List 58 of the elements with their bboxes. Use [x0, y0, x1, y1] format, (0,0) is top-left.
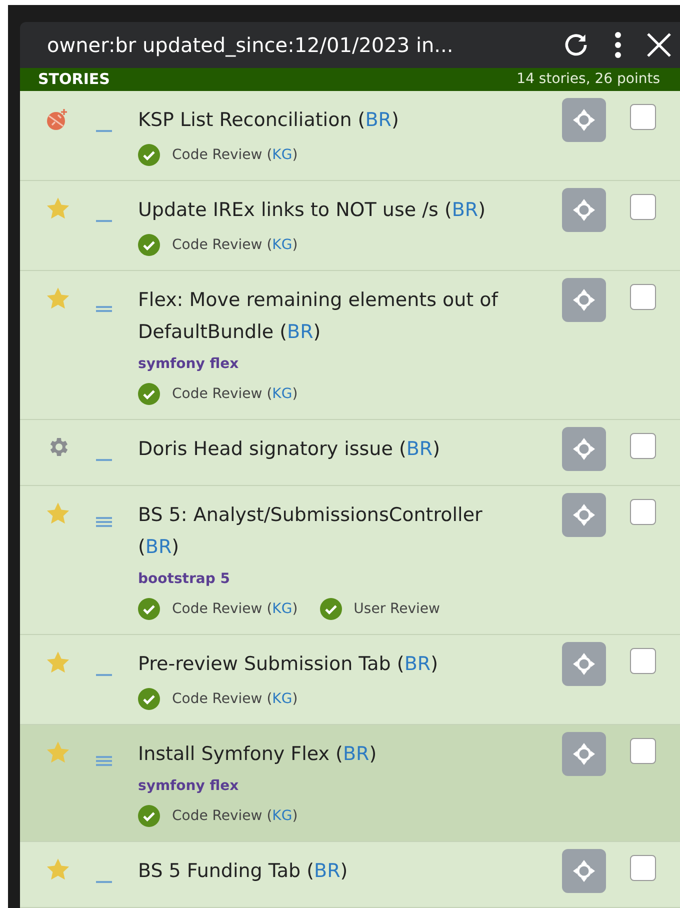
story-row[interactable]: Install Symfony Flex (BR) symfony flex Code Review (KG)	[20, 725, 680, 842]
move-button[interactable]	[562, 493, 606, 537]
story-title: Pre-review Submission Tab (BR)	[138, 652, 439, 677]
move-button[interactable]	[562, 427, 606, 471]
story-title: Install Symfony Flex (BR)	[138, 742, 378, 767]
check-circle-icon	[138, 805, 160, 827]
move-icon	[572, 108, 596, 132]
move-button[interactable]	[562, 849, 606, 893]
story-checkbox[interactable]	[630, 433, 656, 459]
check-circle-icon	[138, 144, 160, 166]
estimate-icon	[96, 517, 112, 527]
move-icon	[572, 437, 596, 461]
review-status: Code Review (KG)	[172, 384, 298, 404]
story-checkbox[interactable]	[630, 284, 656, 310]
check-circle-icon	[138, 688, 160, 710]
move-icon	[572, 652, 596, 676]
move-button[interactable]	[562, 98, 606, 142]
review-status: Code Review (KG)	[172, 236, 298, 254]
story-checkbox[interactable]	[630, 194, 656, 220]
check-circle-icon	[138, 234, 160, 256]
move-button[interactable]	[562, 642, 606, 686]
story-label[interactable]: symfony flex	[138, 776, 239, 797]
move-icon	[572, 288, 596, 312]
story-title: Flex: Move remaining elements out of DefaultBundle (BR)	[138, 288, 500, 345]
estimate-icon	[96, 756, 112, 766]
story-title: Doris Head signatory issue (BR)	[138, 437, 442, 462]
story-checkbox[interactable]	[630, 855, 656, 881]
move-icon	[572, 859, 596, 883]
move-button[interactable]	[562, 278, 606, 322]
story-title: BS 5 Funding Tab (BR)	[138, 859, 349, 884]
estimate-icon	[96, 306, 112, 312]
move-icon	[572, 742, 596, 766]
section-label: STORIES	[38, 69, 110, 90]
story-title: Update IREx links to NOT use /s (BR)	[138, 198, 487, 223]
story-title: KSP List Reconciliation (BR)	[138, 108, 400, 133]
panel-title: owner:br updated_since:12/01/2023 in...	[47, 32, 454, 60]
review-status: Code Review (KG)	[172, 146, 298, 164]
move-button[interactable]	[562, 188, 606, 232]
story-title: BS 5: Analyst/SubmissionsController (BR)	[138, 503, 484, 560]
check-circle-icon	[320, 598, 342, 620]
section-summary: 14 stories, 26 points	[516, 70, 660, 90]
check-circle-icon	[138, 598, 160, 620]
story-label[interactable]: symfony flex	[138, 354, 239, 375]
move-icon	[572, 503, 596, 527]
move-button[interactable]	[562, 732, 606, 776]
review-status: User Review	[354, 600, 440, 618]
more-icon[interactable]	[614, 31, 622, 60]
review-status: Code Review (KG)	[172, 806, 298, 826]
story-checkbox[interactable]	[630, 104, 656, 130]
story-checkbox[interactable]	[630, 648, 656, 674]
story-checkbox[interactable]	[630, 738, 656, 764]
review-status: Code Review (KG)	[172, 690, 298, 708]
move-icon	[572, 198, 596, 222]
story-checkbox[interactable]	[630, 499, 656, 525]
check-circle-icon	[138, 383, 160, 405]
close-icon[interactable]	[646, 32, 672, 58]
story-label[interactable]: bootstrap 5	[138, 569, 230, 590]
review-status: Code Review (KG)	[172, 600, 298, 618]
